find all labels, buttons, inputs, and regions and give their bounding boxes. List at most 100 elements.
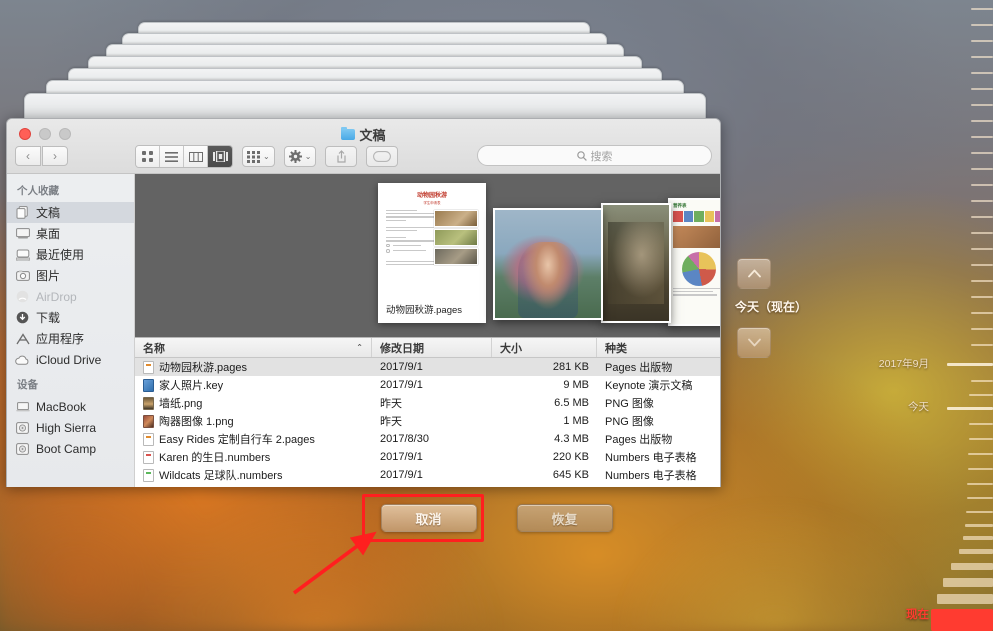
sidebar-item-label: 最近使用 — [36, 246, 84, 263]
icon-view-button[interactable] — [136, 146, 160, 167]
file-name-cell: 家人照片.key — [135, 376, 372, 394]
preview-document-title: 动物园秋游 — [386, 190, 478, 199]
numbers-file-icon — [143, 451, 154, 464]
chevron-up-icon — [748, 269, 761, 278]
coverflow-view-button[interactable] — [208, 146, 232, 167]
window-title: 文稿 — [7, 125, 720, 144]
icloud-icon — [15, 353, 30, 367]
chevron-down-icon: ⌄ — [305, 152, 312, 161]
table-row[interactable]: 动物园秋游.pages 2017/9/1 281 KB Pages 出版物 — [135, 358, 720, 376]
chevron-down-icon — [748, 338, 761, 347]
airdrop-icon — [15, 290, 30, 304]
keynote-file-icon — [143, 379, 154, 392]
table-row[interactable]: Karen 的生日.numbers 2017/9/1 220 KB Number… — [135, 448, 720, 466]
snapshot-next-button[interactable] — [737, 327, 771, 358]
sidebar-item-high-sierra[interactable]: High Sierra — [7, 417, 134, 438]
sidebar-item-label: 应用程序 — [36, 330, 84, 347]
preview-photo — [434, 229, 478, 246]
sidebar-item-applications[interactable]: 应用程序 — [7, 328, 134, 349]
chart-card-strip — [670, 209, 720, 224]
chart-document-preview[interactable]: 营养表 — [668, 198, 720, 326]
back-button[interactable]: ‹ — [15, 146, 41, 166]
disk-icon — [15, 442, 30, 456]
file-list: 动物园秋游.pages 2017/9/1 281 KB Pages 出版物 家人… — [135, 358, 720, 487]
sidebar-item-label: iCloud Drive — [36, 353, 101, 367]
tag-button[interactable] — [366, 146, 398, 167]
file-kind: PNG 图像 — [597, 412, 720, 430]
desktop-icon — [15, 227, 30, 241]
pages-file-icon — [143, 361, 154, 374]
chart-card-caption — [670, 288, 720, 296]
column-header-name[interactable]: 名称 ⌃ — [135, 338, 372, 357]
file-name-cell: 陶器图像 1.png — [135, 412, 372, 430]
sidebar-item-recents[interactable]: 最近使用 — [7, 244, 134, 265]
pages-file-icon — [143, 433, 154, 446]
share-button[interactable] — [325, 146, 357, 167]
file-date: 昨天 — [372, 394, 492, 412]
sidebar-item-macbook[interactable]: MacBook — [7, 396, 134, 417]
snapshot-previous-button[interactable] — [737, 258, 771, 289]
file-date: 2017/9/1 — [372, 466, 492, 484]
laptop-icon — [15, 400, 30, 414]
sidebar-item-label: 文稿 — [36, 204, 60, 221]
bicycle-photo-preview[interactable] — [601, 203, 671, 323]
folder-icon — [341, 129, 355, 140]
table-row[interactable]: Easy Rides 定制自行车 2.pages 2017/8/30 4.3 M… — [135, 430, 720, 448]
table-row[interactable]: 家人照片.key 2017/9/1 9 MB Keynote 演示文稿 — [135, 376, 720, 394]
column-header-date[interactable]: 修改日期 — [372, 338, 492, 357]
family-photo-preview[interactable] — [493, 208, 603, 320]
column-header-kind[interactable]: 种类 — [597, 338, 720, 357]
sidebar-item-airdrop[interactable]: AirDrop — [7, 286, 134, 307]
file-name: 家人照片.key — [159, 377, 223, 393]
preview-photo — [434, 210, 478, 227]
timeline-ruler[interactable]: 2017年9月 今天 现在 — [931, 0, 993, 631]
action-menu-button[interactable]: ⌄ — [284, 146, 317, 167]
file-name: Karen 的生日.numbers — [159, 449, 270, 465]
arrange-by-button[interactable]: ⌄ — [242, 146, 275, 167]
sidebar-item-boot-camp[interactable]: Boot Camp — [7, 438, 134, 459]
chart-card-image — [673, 226, 720, 248]
table-row[interactable]: 陶器图像 1.png 昨天 1 MB PNG 图像 — [135, 412, 720, 430]
coverflow-preview[interactable]: 动物园秋游 学生申请表 — [135, 174, 720, 337]
coverflow-scene: 动物园秋游 学生申请表 — [135, 174, 720, 337]
file-date: 2017/8/30 — [372, 430, 492, 448]
sidebar-item-documents[interactable]: 文稿 — [7, 202, 134, 223]
file-size: 4.3 MB — [492, 430, 597, 448]
column-view-button[interactable] — [184, 146, 208, 167]
toolbar: ⌄ ⌄ — [135, 145, 398, 168]
file-name: 陶器图像 1.png — [159, 413, 234, 429]
sidebar-item-icloud-drive[interactable]: iCloud Drive — [7, 349, 134, 370]
sidebar-item-downloads[interactable]: 下载 — [7, 307, 134, 328]
file-name: Easy Rides 定制自行车 2.pages — [159, 431, 315, 447]
file-kind: Numbers 电子表格 — [597, 466, 720, 484]
file-date: 2017/9/1 — [372, 358, 492, 376]
disk-icon — [15, 421, 30, 435]
table-row[interactable]: Wildcats 足球队.numbers 2017/9/1 645 KB Num… — [135, 466, 720, 484]
sidebar-item-desktop[interactable]: 桌面 — [7, 223, 134, 244]
column-header-label: 名称 — [143, 340, 165, 356]
file-size: 220 KB — [492, 448, 597, 466]
search-input[interactable]: 搜索 — [477, 145, 712, 166]
preview-document-body — [386, 210, 478, 265]
pages-document-preview[interactable]: 动物园秋游 学生申请表 — [378, 183, 486, 323]
file-name-cell: Karen 的生日.numbers — [135, 448, 372, 466]
sidebar-item-label: 下载 — [36, 309, 60, 326]
file-list-header: 名称 ⌃ 修改日期 大小 种类 — [135, 337, 720, 358]
restore-button[interactable]: 恢复 — [517, 504, 613, 532]
view-mode-segmented-control — [135, 145, 233, 168]
table-row[interactable]: 墙纸.png 昨天 6.5 MB PNG 图像 — [135, 394, 720, 412]
list-view-button[interactable] — [160, 146, 184, 167]
window-titlebar: 文稿 ‹ › — [7, 119, 720, 174]
column-header-size[interactable]: 大小 — [492, 338, 597, 357]
search-icon — [577, 151, 587, 161]
file-name-cell: 墙纸.png — [135, 394, 372, 412]
forward-button[interactable]: › — [42, 146, 68, 166]
sidebar-section-header-favorites: 个人收藏 — [7, 180, 134, 202]
sidebar-item-label: 图片 — [36, 267, 60, 284]
cancel-button[interactable]: 取消 — [381, 504, 477, 532]
sidebar-item-pictures[interactable]: 图片 — [7, 265, 134, 286]
file-kind: Pages 出版物 — [597, 358, 720, 376]
snapshot-stack-layer[interactable] — [24, 93, 706, 119]
sort-ascending-icon: ⌃ — [356, 343, 363, 352]
documents-icon — [15, 206, 30, 220]
